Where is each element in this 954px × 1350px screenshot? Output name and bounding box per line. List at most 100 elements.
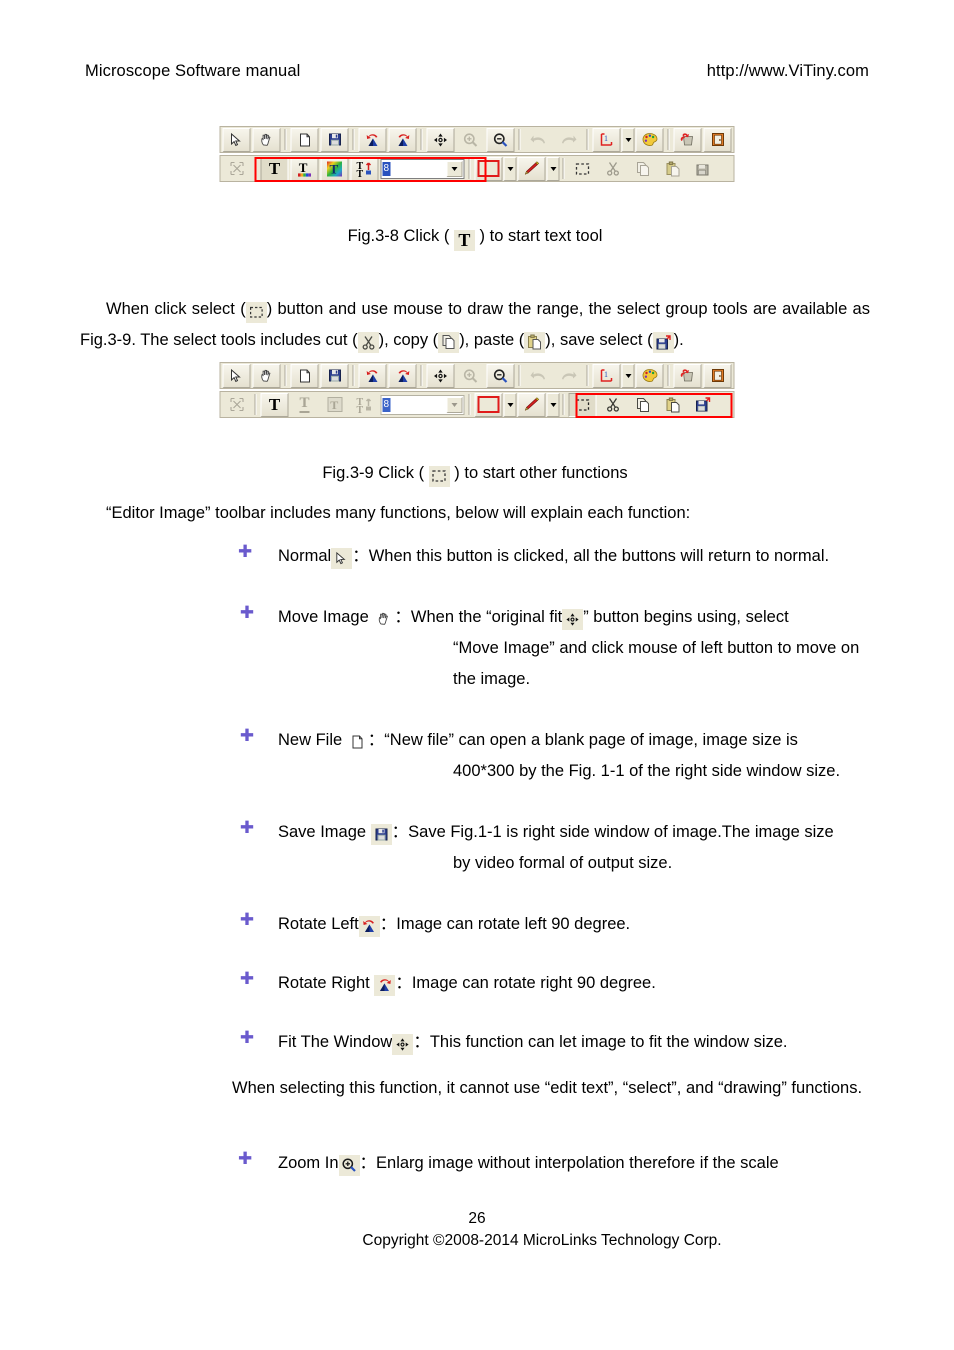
toolbar-separator bbox=[254, 394, 257, 415]
toolbar-separator bbox=[586, 365, 589, 386]
floppy-disk-icon bbox=[370, 824, 392, 845]
zoom-in-button[interactable] bbox=[456, 363, 485, 388]
refresh-button[interactable] bbox=[673, 127, 702, 152]
select-rectangle-icon bbox=[245, 302, 267, 323]
text-tool-button[interactable]: T bbox=[260, 392, 289, 417]
bullet-crosshair-icon: ✚ bbox=[239, 818, 255, 837]
copy-pages-icon bbox=[636, 397, 649, 412]
resize-button[interactable] bbox=[222, 392, 251, 417]
caption-text-before: Fig.3-8 Click ( bbox=[347, 227, 450, 245]
fill-color-dropdown[interactable] bbox=[503, 156, 517, 181]
zoom-in-button[interactable] bbox=[456, 127, 485, 152]
new-file-button[interactable] bbox=[290, 127, 319, 152]
text-gradient-button[interactable]: T bbox=[320, 156, 349, 181]
pencil-dropdown[interactable] bbox=[546, 156, 560, 181]
function-colon: ： bbox=[413, 1033, 430, 1051]
rotate-right-button[interactable] bbox=[388, 363, 417, 388]
function-colon: ： bbox=[379, 915, 397, 933]
fill-color-dropdown[interactable] bbox=[503, 392, 517, 417]
text-gradient-button[interactable]: T bbox=[320, 392, 349, 417]
copy-pages-icon bbox=[438, 331, 460, 353]
resize-button[interactable] bbox=[222, 156, 251, 181]
exit-button[interactable] bbox=[703, 127, 732, 152]
measure-button[interactable]: 1 bbox=[592, 127, 621, 152]
text-tool-button[interactable]: T bbox=[260, 156, 289, 181]
normal-cursor-button[interactable] bbox=[222, 363, 251, 388]
copy-button[interactable] bbox=[628, 392, 657, 417]
font-size-combo[interactable]: 8 bbox=[380, 394, 465, 415]
font-size-combo[interactable]: 8 bbox=[380, 158, 465, 179]
select-button[interactable] bbox=[568, 392, 597, 417]
font-size-dropdown-button[interactable] bbox=[446, 396, 463, 413]
bullet-crosshair-icon: ✚ bbox=[238, 542, 253, 561]
rotate-left-button[interactable] bbox=[358, 363, 387, 388]
function-desc: Image can rotate left 90 degree. bbox=[396, 915, 631, 933]
toolbar-separator bbox=[284, 129, 287, 150]
refresh-button[interactable] bbox=[673, 363, 702, 388]
undo-button[interactable] bbox=[524, 363, 553, 388]
zoom-out-button[interactable] bbox=[486, 127, 515, 152]
copy-button[interactable] bbox=[628, 156, 657, 181]
redo-button[interactable] bbox=[554, 363, 583, 388]
text-edit-button[interactable]: T T bbox=[350, 156, 379, 181]
rotate-left-button[interactable] bbox=[358, 127, 387, 152]
fit-window-button[interactable] bbox=[426, 363, 455, 388]
function-subtext: by video formal of output size. bbox=[453, 854, 673, 872]
color-swatch-icon bbox=[477, 396, 500, 413]
function-desc-pre: When the “original fit bbox=[410, 608, 563, 626]
list-item-new-file: ✚ New File ：“New file” can open a blank … bbox=[238, 725, 874, 787]
measure-dropdown[interactable] bbox=[621, 363, 635, 388]
toolbar-separator bbox=[518, 365, 521, 386]
text-edit-button[interactable]: T T bbox=[350, 392, 379, 417]
move-image-button[interactable] bbox=[252, 363, 281, 388]
save-image-button[interactable] bbox=[320, 127, 349, 152]
cut-button[interactable] bbox=[598, 392, 627, 417]
pencil-button[interactable] bbox=[517, 392, 546, 417]
function-label: Zoom In bbox=[278, 1154, 339, 1172]
list-item-rotate-left: ✚ Rotate Left ：Image can rotate left 90 … bbox=[238, 909, 874, 940]
zoom-out-button[interactable] bbox=[486, 363, 515, 388]
cut-button[interactable] bbox=[598, 156, 627, 181]
move-image-button[interactable] bbox=[252, 127, 281, 152]
text-color-button[interactable]: T bbox=[290, 392, 319, 417]
select-button[interactable] bbox=[568, 156, 597, 181]
text-gradient-icon: T bbox=[327, 161, 342, 176]
exit-button[interactable] bbox=[703, 363, 732, 388]
normal-cursor-button[interactable] bbox=[222, 127, 251, 152]
bullet-crosshair-icon: ✚ bbox=[239, 1028, 255, 1047]
fill-color-button[interactable] bbox=[474, 156, 503, 181]
rotate-right-button[interactable] bbox=[388, 127, 417, 152]
save-image-button[interactable] bbox=[320, 363, 349, 388]
text-color-button[interactable]: T bbox=[290, 156, 319, 181]
caption-text-before: Fig.3-9 Click ( bbox=[322, 464, 425, 482]
toolbar-separator bbox=[667, 365, 670, 386]
function-desc: When this button is clicked, all the but… bbox=[368, 547, 830, 565]
rotate-right-icon bbox=[398, 133, 409, 146]
palette-icon bbox=[642, 369, 657, 382]
pencil-icon bbox=[524, 397, 539, 411]
measure-dropdown[interactable] bbox=[621, 127, 635, 152]
redo-button[interactable] bbox=[554, 127, 583, 152]
save-select-button[interactable] bbox=[688, 156, 717, 181]
paste-button[interactable] bbox=[658, 156, 687, 181]
function-colon: ： bbox=[394, 608, 411, 626]
function-label: New File bbox=[278, 731, 343, 749]
pencil-dropdown[interactable] bbox=[546, 392, 560, 417]
palette-button[interactable] bbox=[635, 363, 664, 388]
new-file-button[interactable] bbox=[290, 363, 319, 388]
measure-button[interactable]: 1 bbox=[592, 363, 621, 388]
save-select-button[interactable] bbox=[688, 392, 717, 417]
palette-button[interactable] bbox=[635, 127, 664, 152]
paste-button[interactable] bbox=[658, 392, 687, 417]
chevron-down-icon bbox=[625, 373, 631, 378]
font-size-dropdown-button[interactable] bbox=[446, 160, 463, 177]
pencil-icon bbox=[524, 161, 539, 175]
fit-window-button[interactable] bbox=[426, 127, 455, 152]
color-swatch-icon bbox=[477, 160, 500, 177]
toolbar-separator bbox=[667, 129, 670, 150]
pencil-button[interactable] bbox=[517, 156, 546, 181]
fill-color-button[interactable] bbox=[474, 392, 503, 417]
bullet-crosshair-icon: ✚ bbox=[238, 1149, 253, 1168]
undo-button[interactable] bbox=[524, 127, 553, 152]
function-subtext: 400*300 by the Fig. 1-1 of the right sid… bbox=[453, 762, 841, 780]
